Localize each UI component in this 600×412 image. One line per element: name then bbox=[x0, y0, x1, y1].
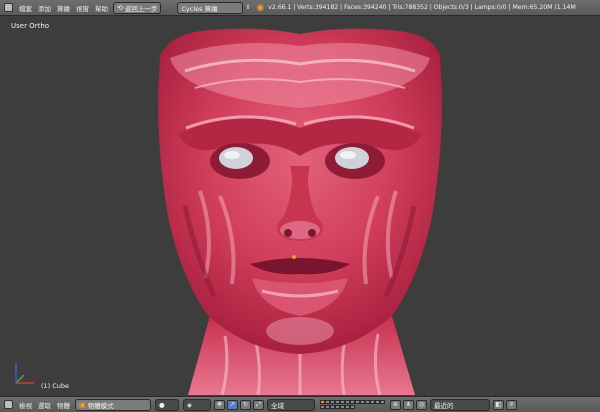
active-object-label: (1) Cube bbox=[41, 382, 70, 390]
mode-label: 物體模式 bbox=[87, 401, 114, 410]
menu-render[interactable]: 算繪 bbox=[54, 3, 73, 13]
scale-icon[interactable]: ⤢ bbox=[253, 399, 264, 410]
snap-icon[interactable]: ⋔ bbox=[403, 399, 414, 410]
pivot-select[interactable]: ◈ bbox=[183, 398, 211, 411]
mode-select[interactable]: ▣ 物體模式 bbox=[75, 398, 151, 411]
orientation-label: 全域 bbox=[271, 401, 284, 410]
render-engine-label: Cycles 算繪 bbox=[181, 4, 218, 13]
translate-icon[interactable]: ↗ bbox=[227, 399, 238, 410]
camera-icon[interactable]: ⌾ bbox=[506, 399, 517, 410]
menu-file[interactable]: 檔案 bbox=[16, 3, 35, 13]
snap-target-label: 最近的 bbox=[434, 401, 454, 410]
editor-type-icon-3dview[interactable] bbox=[4, 400, 13, 409]
pivot-icon: ◈ bbox=[187, 400, 192, 409]
solid-shading-icon: ● bbox=[159, 400, 165, 409]
menu-select[interactable]: 選取 bbox=[35, 400, 54, 410]
axis-gizmo bbox=[15, 363, 34, 384]
menu-help[interactable]: 幫助 bbox=[92, 3, 111, 13]
rotate-icon[interactable]: ↻ bbox=[240, 399, 251, 410]
view-name: User Ortho bbox=[11, 22, 50, 30]
menu-object[interactable]: 物體 bbox=[54, 400, 73, 410]
blender-logo-icon: ◉ bbox=[256, 2, 265, 13]
layer-buttons[interactable] bbox=[320, 399, 386, 410]
shading-select[interactable]: ● bbox=[155, 398, 179, 411]
lock-icon[interactable]: ⊕ bbox=[390, 399, 401, 410]
scene-stats: v2.66.1 | Verts:394182 | Faces:394240 | … bbox=[268, 4, 576, 11]
undo-label: 返回上一步 bbox=[124, 4, 158, 13]
3d-viewport[interactable]: User Ortho (1) Cube bbox=[0, 16, 600, 395]
info-header: 檔案 添加 算繪 視窗 幫助 ⟲ 返回上一步 Cycles 算繪 ⇕ ◉ v2.… bbox=[0, 0, 600, 16]
manipulator-toggle[interactable]: ✥ bbox=[214, 399, 225, 410]
undo-button[interactable]: ⟲ 返回上一步 bbox=[113, 1, 162, 14]
snap-target-select[interactable]: 最近的 bbox=[430, 398, 490, 411]
sculpted-head bbox=[158, 28, 442, 395]
render-engine-select[interactable]: Cycles 算繪 bbox=[177, 1, 244, 14]
menu-add[interactable]: 添加 bbox=[35, 3, 54, 13]
render-preview-icon[interactable]: ◧ bbox=[493, 399, 504, 410]
menu-view[interactable]: 檢視 bbox=[16, 400, 35, 410]
3d-view-header: 檢視 選取 物體 ▣ 物體模式 ● ◈ ✥ ↗ ↻ ⤢ 全域 ⊕ ⋔ ◎ 最近的… bbox=[0, 396, 600, 412]
undo-icon: ⟲ bbox=[117, 3, 123, 12]
object-mode-icon: ▣ bbox=[79, 400, 86, 409]
menu-window[interactable]: 視窗 bbox=[73, 3, 92, 13]
chevron-down-icon: ⇕ bbox=[245, 4, 251, 11]
orientation-select[interactable]: 全域 bbox=[267, 398, 315, 411]
axis-y bbox=[15, 374, 25, 384]
proportional-icon[interactable]: ◎ bbox=[416, 399, 427, 410]
editor-type-icon[interactable] bbox=[4, 3, 13, 12]
